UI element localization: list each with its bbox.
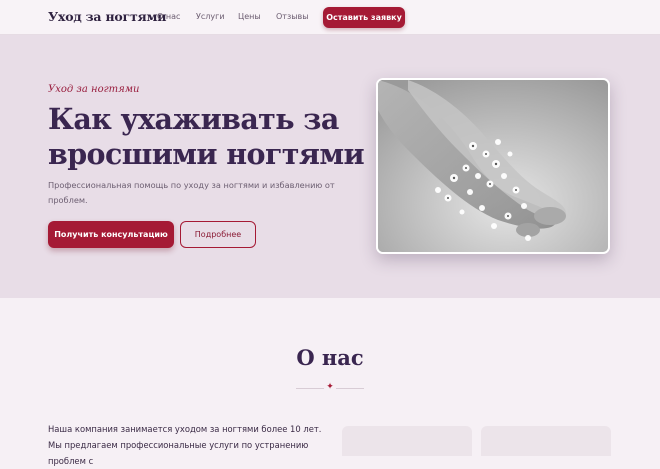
hero-feet-flowers-image — [376, 78, 610, 254]
hero-title: Как ухаживать за вросшими ногтями — [48, 102, 368, 172]
hero-title-line-2: вросшими ногтями — [48, 137, 365, 171]
site-header: Уход за ногтями О нас Услуги Цены Отзывы… — [0, 0, 660, 35]
hero-title-line-1: Как ухаживать за — [48, 102, 339, 136]
nav-link-services[interactable]: Услуги — [196, 12, 225, 21]
about-text: Наша компания занимается уходом за ногтя… — [48, 424, 322, 466]
nav-link-about[interactable]: О нас — [157, 12, 180, 21]
hero-eyebrow: Уход за ногтями — [48, 84, 140, 95]
hero-subtitle: Профессиональная помощь по уходу за ногт… — [48, 180, 335, 205]
divider-star-icon: ✦ — [326, 382, 334, 392]
nav-link-prices[interactable]: Цены — [238, 12, 261, 21]
divider-line-right — [336, 388, 364, 389]
about-section-title: О нас — [296, 345, 364, 370]
get-consultation-button[interactable]: Получить консультацию — [48, 221, 174, 248]
hero-section: Уход за ногтями Как ухаживать за вросшим… — [0, 35, 660, 298]
site-logo[interactable]: Уход за ногтями — [48, 9, 167, 24]
about-card-1 — [342, 426, 472, 456]
divider-line-left — [296, 388, 324, 389]
feet-flowers-illustration — [378, 80, 608, 252]
nav-link-reviews[interactable]: Отзывы — [276, 12, 309, 21]
leave-request-button[interactable]: Оставить заявку — [323, 7, 405, 28]
more-info-button[interactable]: Подробнее — [180, 221, 256, 248]
about-card-2 — [481, 426, 611, 456]
